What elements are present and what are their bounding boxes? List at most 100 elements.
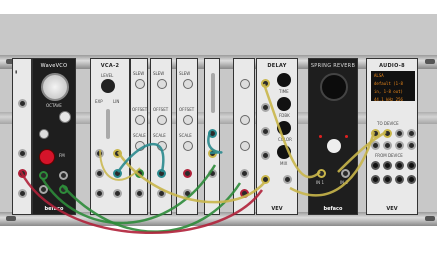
- scale-knob[interactable]: [240, 141, 250, 151]
- offset-label: OFFSET: [153, 107, 169, 112]
- jack[interactable]: [261, 79, 270, 88]
- fine-knob[interactable]: [39, 129, 49, 139]
- jack[interactable]: [383, 129, 392, 138]
- offset-knob[interactable]: [240, 115, 250, 125]
- jack[interactable]: [157, 189, 166, 198]
- jack[interactable]: [95, 149, 104, 158]
- jack[interactable]: [395, 175, 404, 184]
- jack[interactable]: [317, 169, 326, 178]
- octave-label: OCTAVE: [46, 103, 62, 108]
- jack[interactable]: [95, 169, 104, 178]
- vca-fader[interactable]: [106, 109, 110, 139]
- jack[interactable]: [371, 141, 380, 150]
- jack[interactable]: [135, 169, 144, 178]
- decay-knob[interactable]: [320, 73, 348, 101]
- jack[interactable]: [371, 129, 380, 138]
- mix-knob[interactable]: [327, 139, 341, 153]
- jack[interactable]: [261, 127, 270, 136]
- jack[interactable]: [95, 189, 104, 198]
- scale-knob[interactable]: [135, 141, 145, 151]
- module-slew-3[interactable]: SLEW OFFSET SCALE: [176, 58, 198, 215]
- delay-brand: VEV: [271, 206, 283, 212]
- jack[interactable]: [208, 129, 217, 138]
- module-vca[interactable]: VCA-2 LEVEL EXP LIN: [90, 58, 130, 215]
- jack[interactable]: [113, 169, 122, 178]
- jack[interactable]: [183, 189, 192, 198]
- feedback-knob[interactable]: [277, 97, 291, 111]
- time-label: TIME: [279, 89, 289, 94]
- module-slew-4[interactable]: [233, 58, 255, 215]
- slew-knob[interactable]: [135, 79, 145, 89]
- level-knob[interactable]: [101, 79, 115, 93]
- jack[interactable]: [261, 175, 270, 184]
- jack[interactable]: [395, 129, 404, 138]
- slew-label: SLEW: [133, 71, 145, 76]
- slew-knob[interactable]: [157, 79, 167, 89]
- slew-knob[interactable]: [183, 79, 193, 89]
- jack[interactable]: [383, 161, 392, 170]
- jack[interactable]: [407, 161, 416, 170]
- module-delay[interactable]: DELAY TIME FDBK COLOR MIX VEV: [256, 58, 298, 215]
- jack[interactable]: [261, 103, 270, 112]
- module-utility[interactable]: [204, 58, 220, 215]
- jack[interactable]: [407, 175, 416, 184]
- delay-title: DELAY: [267, 63, 287, 69]
- time-knob[interactable]: [277, 73, 291, 87]
- jack[interactable]: [208, 149, 217, 158]
- jack[interactable]: [240, 169, 249, 178]
- jack[interactable]: [208, 169, 217, 178]
- jack[interactable]: [407, 141, 416, 150]
- jack[interactable]: [395, 141, 404, 150]
- jack[interactable]: [135, 189, 144, 198]
- module-blank-left[interactable]: ▮: [12, 58, 32, 215]
- jack[interactable]: [407, 129, 416, 138]
- reverb-title: SPRING REVERB: [310, 63, 356, 69]
- offset-knob[interactable]: [157, 115, 167, 125]
- module-reverb[interactable]: SPRING REVERB IN 1 IN 2 befaco: [308, 58, 358, 215]
- offset-label: OFFSET: [132, 107, 148, 112]
- jack[interactable]: [240, 189, 249, 198]
- module-vco[interactable]: WaveVCO OCTAVE FM befaco: [32, 58, 76, 215]
- jack[interactable]: [383, 175, 392, 184]
- tune-knob[interactable]: [59, 111, 71, 123]
- mix-knob[interactable]: [277, 145, 291, 159]
- vco-title: WaveVCO: [40, 63, 68, 69]
- module-audio[interactable]: AUDIO-8 ALSA default (1-8 in, 1-8 out) 4…: [366, 58, 418, 215]
- jack[interactable]: [113, 189, 122, 198]
- jack[interactable]: [113, 149, 122, 158]
- jack[interactable]: [341, 169, 350, 178]
- jack[interactable]: [39, 171, 48, 180]
- color-knob[interactable]: [277, 121, 291, 135]
- utility-slider[interactable]: [211, 73, 215, 113]
- audio-screen[interactable]: ALSA default (1-8 in, 1-8 out) 44.1 kHz …: [371, 71, 415, 102]
- jack[interactable]: [383, 141, 392, 150]
- offset-knob[interactable]: [135, 115, 145, 125]
- fm-knob[interactable]: [39, 149, 55, 165]
- audio-device: default (1-8 in, 1-8 out): [374, 81, 403, 94]
- offset-knob[interactable]: [183, 115, 193, 125]
- octave-knob[interactable]: [41, 73, 69, 101]
- jack[interactable]: [371, 161, 380, 170]
- scale-knob[interactable]: [157, 141, 167, 151]
- jack[interactable]: [59, 171, 68, 180]
- jack[interactable]: [261, 151, 270, 160]
- jack[interactable]: [283, 175, 292, 184]
- jack[interactable]: [18, 189, 27, 198]
- jack[interactable]: [157, 169, 166, 178]
- slew-label: SLEW: [179, 71, 191, 76]
- to-device-label: TO DEVICE: [377, 121, 399, 126]
- audio-rate: 44.1 kHz 256: [374, 97, 403, 102]
- slew-label: SLEW: [153, 71, 165, 76]
- jack[interactable]: [18, 149, 27, 158]
- module-slew-2[interactable]: SLEW OFFSET SCALE: [150, 58, 172, 215]
- jack[interactable]: [18, 99, 27, 108]
- jack[interactable]: [18, 169, 27, 178]
- jack[interactable]: [39, 185, 48, 194]
- slew-knob[interactable]: [240, 79, 250, 89]
- scale-knob[interactable]: [183, 141, 193, 151]
- jack[interactable]: [59, 185, 68, 194]
- jack[interactable]: [371, 175, 380, 184]
- jack[interactable]: [395, 161, 404, 170]
- jack[interactable]: [183, 169, 192, 178]
- module-slew-1[interactable]: SLEW OFFSET SCALE: [130, 58, 148, 215]
